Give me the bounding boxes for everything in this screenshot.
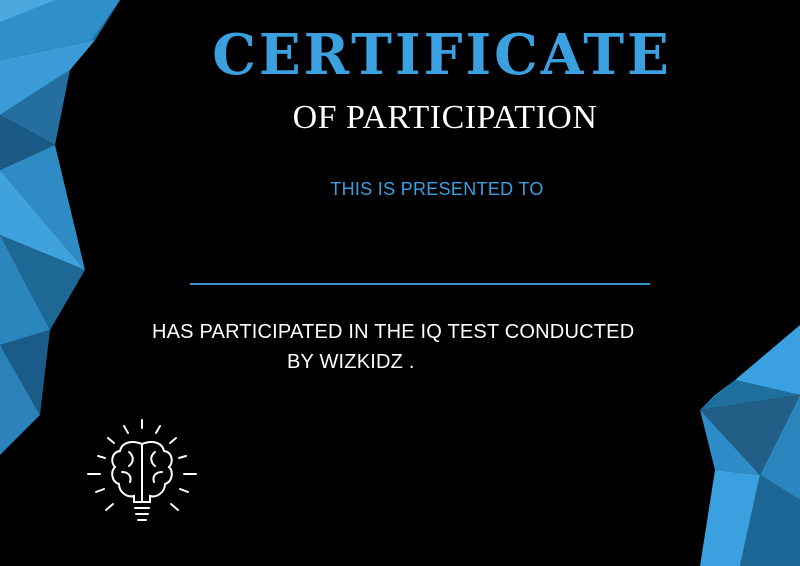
certificate: CERTIFICATE OF PARTICIPATION THIS IS PRE… [0,0,800,566]
participation-statement: HAS PARTICIPATED IN THE IQ TEST CONDUCTE… [152,317,634,377]
statement-line-1: HAS PARTICIPATED IN THE IQ TEST CONDUCTE… [152,321,635,343]
right-polygon-cluster [700,325,800,566]
statement-line-2: BY WIZKIDZ . [287,351,415,373]
presented-to-label: THIS IS PRESENTED TO [330,179,544,199]
brain-lightbulb-icon [87,419,197,521]
certificate-subtitle: OF PARTICIPATION [292,99,598,136]
certificate-title: CERTIFICATE [212,22,672,88]
recipient-name-line [190,283,650,285]
